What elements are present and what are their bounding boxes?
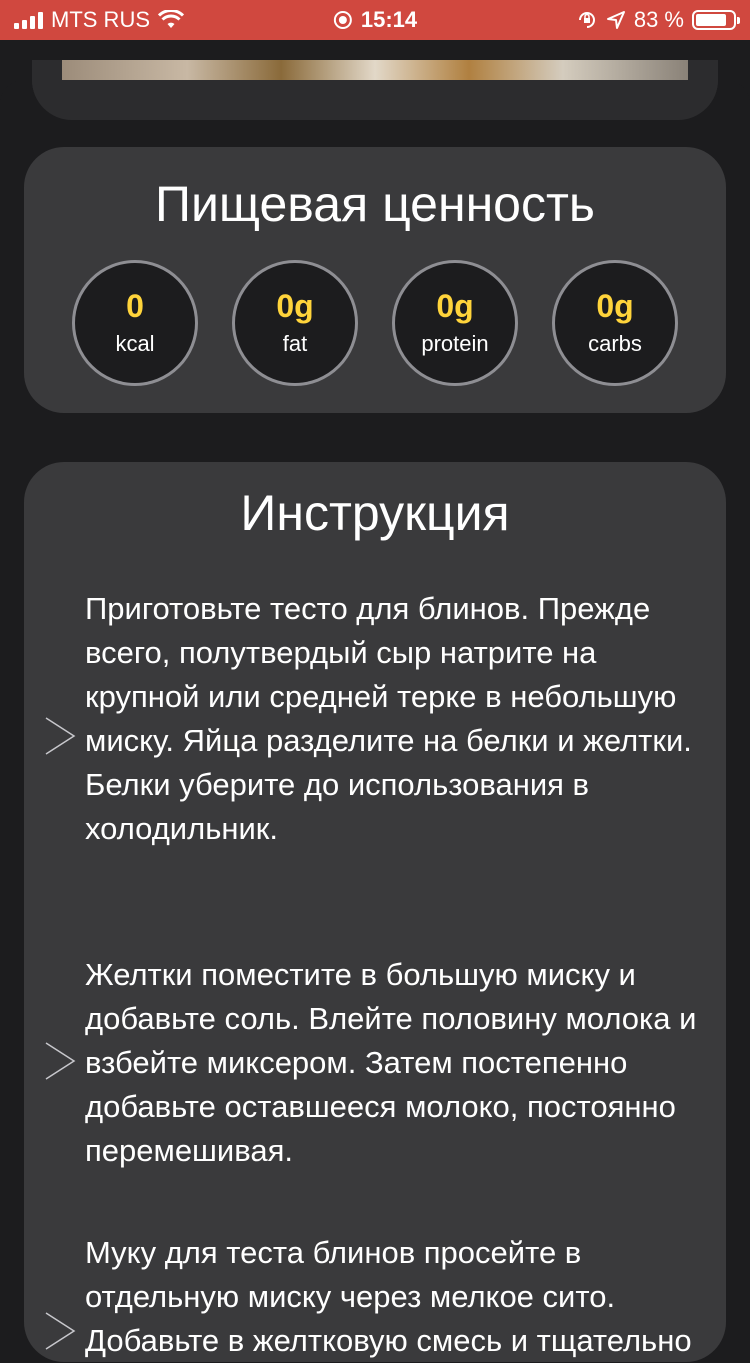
nutrient-value: 0g [596, 288, 634, 324]
wifi-icon [158, 10, 184, 28]
instruction-step-3[interactable]: Муку для теста блинов просейте в отдельн… [24, 1231, 726, 1362]
status-right: 83 % [576, 7, 740, 33]
nutrient-label: kcal [115, 331, 155, 356]
chevron-right-icon [45, 1312, 76, 1350]
step-text: Желтки поместите в большую миску и добав… [85, 957, 697, 1168]
nutrient-carbs: 0g carbs [552, 260, 678, 386]
status-center: 15:14 [333, 7, 417, 33]
battery-icon [692, 10, 740, 30]
nutrition-card: Пищевая ценность 0 kcal 0g fat 0g protei… [24, 147, 726, 413]
nutrient-value: 0g [276, 288, 314, 324]
nutrient-value: 0g [436, 288, 474, 324]
carrier-name: MTS RUS [51, 7, 150, 32]
instructions-card: Инструкция Приготовьте тесто для блинов.… [24, 462, 726, 1362]
rotation-lock-icon [578, 12, 595, 28]
step-text: Муку для теста блинов просейте в отдельн… [85, 1235, 692, 1358]
nutrient-label: fat [282, 331, 308, 356]
nutrient-protein: 0g protein [392, 260, 518, 386]
status-left: MTS RUS [14, 7, 184, 33]
status-bar: MTS RUS 15:14 83 % [0, 0, 750, 40]
instruction-step-2[interactable]: Желтки поместите в большую миску и добав… [24, 953, 726, 1173]
battery-percent: 83 % [633, 7, 684, 32]
nutrient-kcal: 0 kcal [72, 260, 198, 386]
nutrition-title: Пищевая ценность [155, 176, 595, 232]
nutrient-label: carbs [588, 331, 642, 356]
instructions-title: Инструкция [240, 485, 510, 541]
chevron-right-icon [45, 717, 76, 755]
signal-icon [14, 11, 43, 29]
location-arrow-icon [606, 11, 625, 29]
clock: 15:14 [360, 7, 418, 32]
battery-level [696, 14, 726, 26]
step-text: Приготовьте тесто для блинов. Прежде все… [85, 591, 692, 846]
chevron-right-icon [45, 1042, 76, 1080]
nutrient-fat: 0g fat [232, 260, 358, 386]
nutrient-value: 0 [126, 288, 144, 324]
nutrient-list: 0 kcal 0g fat 0g protein 0g carbs [72, 260, 678, 386]
recipe-photo-card [32, 60, 718, 120]
nutrient-label: protein [421, 331, 489, 356]
instruction-step-1[interactable]: Приготовьте тесто для блинов. Прежде все… [24, 587, 726, 897]
recording-icon [333, 11, 352, 29]
